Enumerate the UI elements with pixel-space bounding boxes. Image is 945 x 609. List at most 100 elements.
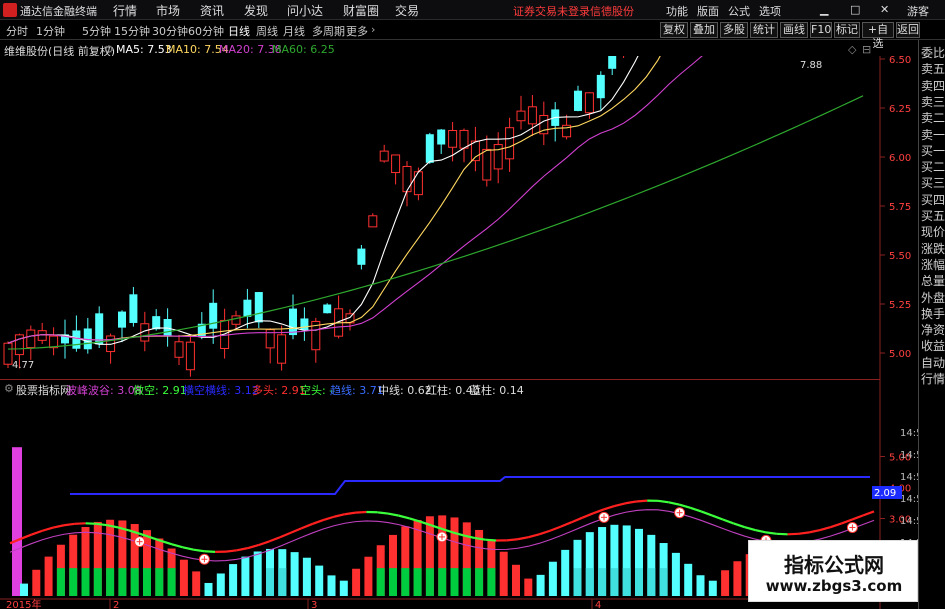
- price-axis: 7.507.257.006.756.506.256.005.755.505.25…: [880, 56, 911, 360]
- side-panel-item[interactable]: 卖三: [920, 95, 945, 110]
- overlay-button[interactable]: 叠加: [690, 22, 718, 38]
- side-panel-item[interactable]: 买三: [920, 176, 945, 191]
- options-button[interactable]: 选项: [759, 3, 781, 19]
- side-panel-item[interactable]: 外盘: [920, 291, 945, 306]
- indicator-bar: [512, 564, 520, 596]
- multi-stock-button[interactable]: 多股: [720, 22, 748, 38]
- candle-body: [243, 299, 252, 317]
- menu-quotes[interactable]: 行情: [113, 2, 137, 19]
- candle-body: [368, 215, 378, 228]
- side-panel-item[interactable]: 买一: [920, 144, 945, 159]
- side-panel-item[interactable]: 涨幅: [920, 258, 945, 273]
- signal-line-segment: [560, 521, 573, 528]
- indicator-bar: [364, 556, 373, 596]
- login-warning[interactable]: 证券交易未登录: [513, 3, 590, 19]
- side-panel-item[interactable]: 委比: [920, 46, 945, 61]
- menu-news[interactable]: 资讯: [200, 2, 224, 19]
- period-multi[interactable]: 多周期: [312, 23, 345, 39]
- signal-line-segment: [31, 529, 43, 536]
- side-panel-item[interactable]: 买五: [920, 209, 945, 224]
- ma60-label: MA60: 6.25: [272, 43, 335, 56]
- back-button[interactable]: 返回: [896, 22, 920, 38]
- watermark-title: 指标公式网: [784, 553, 884, 577]
- period-5min[interactable]: 5分钟: [82, 23, 111, 39]
- adjust-button[interactable]: 复权: [660, 22, 688, 38]
- indicator-bar: [536, 574, 545, 596]
- indicator-bar-base: [635, 568, 643, 596]
- period-1min[interactable]: 1分钟: [36, 23, 65, 39]
- indicator-bar: [684, 563, 693, 596]
- statistics-button[interactable]: 统计: [750, 22, 778, 38]
- period-60min[interactable]: 60分钟: [188, 23, 224, 39]
- maximize-icon[interactable]: □: [850, 3, 860, 16]
- side-panel-item[interactable]: 买二: [920, 160, 945, 175]
- indicator-bar-base: [69, 568, 78, 596]
- signal-line-segment: [830, 522, 842, 529]
- candle-body: [584, 92, 594, 114]
- indicator-name[interactable]: 股票指标网: [16, 382, 71, 398]
- side-panel-item[interactable]: 涨跌: [920, 242, 945, 257]
- settings-icon[interactable]: ⚙: [104, 43, 114, 56]
- signal-line-segment: [193, 548, 205, 553]
- signal-line-segment: [690, 506, 702, 513]
- side-panel-item[interactable]: 自动: [920, 356, 945, 371]
- period-weekly[interactable]: 周线: [256, 23, 278, 39]
- pane-divider[interactable]: [0, 379, 880, 380]
- close-icon[interactable]: ✕: [880, 3, 889, 16]
- menu-trade[interactable]: 交易: [395, 2, 419, 19]
- indicator-bar: [290, 552, 299, 596]
- draw-line-button[interactable]: 画线: [780, 22, 808, 38]
- signal-line-segment: [733, 522, 745, 529]
- price-pane[interactable]: [0, 56, 880, 379]
- signal-line-segment: [549, 525, 562, 532]
- f10-button[interactable]: F10: [810, 22, 832, 38]
- menu-wealth[interactable]: 财富圈: [343, 2, 379, 19]
- indicator-field-2: 做空: 2.91: [133, 384, 187, 397]
- guest-label[interactable]: 游客: [907, 3, 929, 19]
- period-30min[interactable]: 30分钟: [152, 23, 188, 39]
- signal-line-segment: [862, 510, 875, 517]
- chart-area[interactable]: 7.507.257.006.756.506.256.005.755.505.25…: [0, 56, 918, 609]
- side-panel-item[interactable]: 现价: [920, 225, 945, 240]
- period-more[interactable]: 更多: [346, 23, 368, 39]
- candle-body: [357, 248, 366, 265]
- function-button[interactable]: 功能: [666, 3, 688, 19]
- period-15min[interactable]: 15分钟: [114, 23, 150, 39]
- menu-ask[interactable]: 问小达: [287, 2, 323, 19]
- formula-button[interactable]: 公式: [728, 3, 750, 19]
- diamond-icon[interactable]: ◇: [848, 43, 856, 56]
- side-panel-item[interactable]: 卖二: [920, 111, 945, 126]
- period-monthly[interactable]: 月线: [283, 23, 305, 39]
- side-panel-item[interactable]: 总量: [920, 274, 945, 289]
- broker-label[interactable]: 信德股份: [590, 3, 634, 19]
- signal-line-segment: [603, 504, 616, 511]
- collapse-icon[interactable]: ⊟: [862, 43, 871, 56]
- side-panel-item[interactable]: 收益: [920, 339, 945, 354]
- side-panel-item[interactable]: 净资: [920, 323, 945, 338]
- settings-icon[interactable]: ⚙: [4, 382, 14, 395]
- indicator-bar-base: [81, 568, 90, 596]
- indicator-bar: [315, 565, 324, 596]
- side-panel-item[interactable]: 卖四: [920, 79, 945, 94]
- period-daily[interactable]: 日线: [228, 23, 250, 39]
- side-panel-item[interactable]: 行情: [920, 372, 945, 387]
- side-panel-item[interactable]: 卖一: [920, 128, 945, 143]
- minimize-icon[interactable]: ▁: [820, 3, 828, 16]
- side-panel-item[interactable]: 卖五: [920, 62, 945, 77]
- menu-discover[interactable]: 发现: [244, 2, 268, 19]
- side-panel-item[interactable]: 换手: [920, 307, 945, 322]
- candle-body: [425, 134, 434, 163]
- candle-body: [277, 334, 287, 364]
- side-panel-item[interactable]: 买四: [920, 193, 945, 208]
- period-tick[interactable]: 分时: [6, 23, 28, 39]
- chevron-right-icon[interactable]: ›: [371, 23, 375, 36]
- indicator-bar: [179, 559, 188, 596]
- layout-button[interactable]: 版面: [697, 3, 719, 19]
- signal-line-segment: [700, 510, 713, 517]
- time-tick-label: 3: [311, 600, 317, 609]
- indicator-bar: [44, 556, 53, 596]
- signal-line-segment: [387, 512, 400, 517]
- add-favorite-button[interactable]: +自选: [862, 22, 894, 50]
- menu-market[interactable]: 市场: [156, 2, 180, 19]
- mark-button[interactable]: 标记: [834, 22, 860, 38]
